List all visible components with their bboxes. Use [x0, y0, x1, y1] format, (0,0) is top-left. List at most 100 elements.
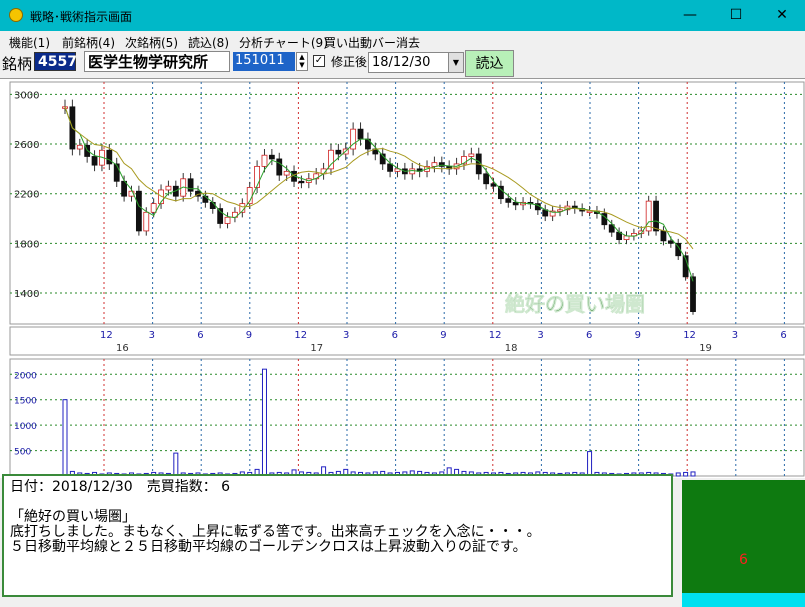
year-label: 16 — [116, 343, 129, 354]
volume-tick-label: 500 — [14, 448, 31, 458]
date-index-line: 日付：2018/12/30 売買指数： 6 — [10, 479, 231, 495]
buy-zone-annotation: 絶好の買い場圏 — [505, 292, 645, 316]
volume-bar — [173, 452, 179, 477]
price-panel — [9, 81, 805, 325]
candle-body — [165, 185, 172, 191]
month-tick-label: 12 — [489, 330, 502, 341]
candle-body — [209, 201, 216, 209]
commentary-line-2: ５日移動平均線と２５日移動平均線のゴールデンクロスは上昇波動入りの証です。 — [10, 539, 527, 555]
menu-load[interactable]: 読込(8) — [188, 34, 229, 51]
volume-tick-label: 1500 — [14, 397, 37, 407]
adjusted-label: 修正後 — [331, 55, 368, 69]
month-tick-label: 9 — [635, 330, 641, 341]
menu-clear-buy-bar[interactable]: 買い出動バー消去 — [324, 34, 420, 51]
candle-body — [76, 144, 83, 150]
candle-body — [135, 190, 142, 232]
month-tick-label: 3 — [537, 330, 543, 341]
candle-body — [483, 173, 490, 185]
candle-body — [121, 180, 128, 197]
number-spinner[interactable]: ▲ ▼ — [296, 52, 308, 71]
app-icon — [9, 8, 23, 22]
month-tick-label: 9 — [246, 330, 252, 341]
month-tick-label: 9 — [440, 330, 446, 341]
signal-value: 6 — [739, 552, 748, 568]
adjusted-checkbox[interactable]: ✓ — [313, 55, 325, 67]
candle-body — [91, 156, 98, 166]
menu-bar: 機能(1) 前銘柄(4) 次銘柄(5) 読込(8) 分析チャート(9) 買い出動… — [0, 31, 805, 50]
signal-box: 6 — [682, 480, 805, 607]
month-tick-label: 6 — [780, 330, 786, 341]
minimize-button[interactable]: — — [667, 0, 713, 31]
candle-body — [490, 183, 497, 187]
price-tick-label: 2600 — [14, 140, 39, 151]
price-tick-label: 2200 — [14, 190, 39, 201]
candle-body — [298, 180, 305, 184]
maximize-button[interactable]: ☐ — [713, 0, 759, 31]
menu-analysis-chart[interactable]: 分析チャート(9) — [239, 34, 328, 51]
candle-body — [224, 216, 231, 224]
volume-bar — [675, 472, 681, 477]
year-label: 17 — [310, 343, 323, 354]
stock-chart: 3000 2600 2200 1800 1400 2000 1500 1000 500 12 3 6 9… — [9, 81, 805, 477]
volume-bar — [62, 399, 68, 477]
stock-name-field: 医学生物学研究所 — [84, 51, 230, 72]
candle-body — [357, 128, 364, 140]
candle-body — [586, 210, 593, 213]
candle-body — [667, 240, 674, 244]
month-tick-label: 3 — [732, 330, 738, 341]
chart-area: 3000 2600 2200 1800 1400 2000 1500 1000 500 12 3 6 9… — [0, 78, 805, 478]
price-tick-label: 1800 — [14, 239, 39, 250]
number-field[interactable]: 151011 — [233, 52, 295, 71]
candle-body — [690, 276, 696, 312]
year-label: 18 — [505, 343, 518, 354]
price-tick-label: 3000 — [14, 90, 39, 101]
chevron-down-icon[interactable]: ▼ — [448, 53, 463, 72]
candle-body — [276, 158, 283, 176]
candle-body — [254, 165, 260, 188]
date-value: 18/12/30 — [372, 55, 431, 70]
candle-body — [143, 211, 150, 232]
toolbar: 銘柄 4557 医学生物学研究所 151011 ▲ ▼ ✓ 修正後 18/12/3… — [0, 50, 805, 78]
signal-bar — [682, 593, 805, 607]
close-button[interactable]: ✕ — [759, 0, 805, 31]
candle-body — [150, 203, 157, 213]
year-label: 19 — [699, 343, 712, 354]
volume-tick-label: 1000 — [14, 422, 37, 432]
load-button[interactable]: 読込 — [465, 50, 514, 77]
menu-prev-stock[interactable]: 前銘柄(4) — [62, 34, 115, 51]
candle-body — [261, 154, 268, 167]
stock-code-field[interactable]: 4557 — [34, 52, 77, 71]
month-tick-label: 12 — [294, 330, 307, 341]
volume-panel — [9, 358, 805, 477]
candle-body — [106, 149, 113, 165]
date-select[interactable]: 18/12/30 ▼ — [368, 52, 464, 73]
candle-body — [187, 178, 194, 192]
price-tick-label: 1400 — [14, 289, 39, 300]
candle-body — [409, 168, 416, 175]
commentary-panel: 日付：2018/12/30 売買指数： 6 「絶好の買い場圏」 底打ちしました。… — [2, 474, 673, 597]
menu-function[interactable]: 機能(1) — [9, 34, 50, 51]
candle-body — [387, 163, 393, 172]
commentary-line-1: 底打ちしました。まもなく、上昇に転ずる筈です。出来高チェックを入念に・・・。 — [10, 524, 541, 540]
candle-body — [505, 198, 512, 203]
candle-body — [113, 163, 120, 182]
candle-body — [468, 153, 475, 157]
stock-label: 銘柄 — [2, 55, 33, 73]
commentary-title: 「絶好の買い場圏」 — [10, 509, 136, 525]
candle-body — [660, 230, 667, 242]
volume-tick-label: 2000 — [14, 371, 37, 381]
title-bar: 戦略･戦術指示画面 — ☐ ✕ — [0, 0, 805, 31]
menu-next-stock[interactable]: 次銘柄(5) — [125, 34, 178, 51]
month-tick-label: 6 — [392, 330, 398, 341]
candle-body — [335, 149, 342, 155]
month-tick-label: 12 — [100, 330, 113, 341]
volume-bar — [690, 471, 696, 477]
month-tick-label: 6 — [586, 330, 592, 341]
volume-bar — [587, 451, 593, 477]
month-tick-label: 12 — [683, 330, 696, 341]
candle-body — [268, 154, 275, 160]
month-tick-label: 3 — [343, 330, 349, 341]
window-title: 戦略･戦術指示画面 — [30, 10, 133, 24]
month-tick-label: 3 — [149, 330, 155, 341]
